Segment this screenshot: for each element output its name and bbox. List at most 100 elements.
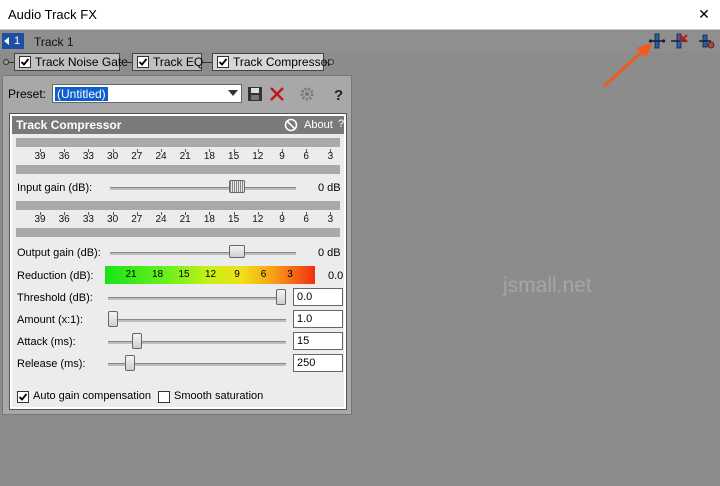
smooth-saturation-checkbox[interactable] <box>158 391 170 403</box>
meter-tick-label: 36 <box>58 151 70 162</box>
meter-tick-label: 36 <box>58 214 70 225</box>
meter-tick-label: 12 <box>252 151 264 162</box>
meter-tick-label: 21 <box>179 214 191 225</box>
attack-input[interactable]: 15 <box>293 332 343 350</box>
output-meter-right <box>16 228 340 237</box>
amount-slider[interactable] <box>108 311 118 327</box>
meter-tick-label: 6 <box>303 214 309 225</box>
meter-tick-label: 18 <box>203 214 215 225</box>
meter-tick-label: 9 <box>279 214 285 225</box>
auto-gain-label: Auto gain compensation <box>33 390 152 402</box>
preset-value[interactable]: (Untitled) <box>55 87 108 101</box>
reduction-label: Reduction (dB): <box>17 270 94 282</box>
meter-tick-label: 9 <box>279 151 285 162</box>
window-titlebar: Audio Track FX ✕ <box>0 0 720 30</box>
remove-plugin-icon[interactable] <box>670 32 688 50</box>
plugin-enable-checkbox[interactable] <box>137 56 149 68</box>
output-meter-scale: 39 36 33 30 27 24 21 18 15 12 9 6 3 <box>16 212 340 226</box>
plugin-tab-compressor[interactable]: Track Compressor <box>212 53 331 71</box>
meter-tick-label: 39 <box>34 214 46 225</box>
meter-tick-label: 18 <box>203 151 215 162</box>
help-link[interactable]: ? <box>338 118 344 130</box>
output-meter-left <box>16 201 340 210</box>
plugin-panel: Preset: (Untitled) ? Track Compressor Ab… <box>2 75 352 415</box>
delete-preset-icon[interactable] <box>268 85 286 103</box>
plugin-enable-checkbox[interactable] <box>19 56 31 68</box>
amount-label: Amount (x:1): <box>17 314 84 326</box>
output-gain-slider[interactable] <box>229 245 245 258</box>
gear-icon[interactable] <box>298 85 316 103</box>
meter-tick-label: 21 <box>179 151 191 162</box>
output-gain-label: Output gain (dB): <box>17 247 101 259</box>
attack-label: Attack (ms): <box>17 336 76 348</box>
compressor-header: Track Compressor About ? <box>12 116 344 134</box>
meter-tick-label: 12 <box>252 214 264 225</box>
output-gain-track[interactable] <box>110 252 296 255</box>
reduction-tick-label: 9 <box>234 269 240 280</box>
track-name: Track 1 <box>34 35 74 49</box>
threshold-track[interactable] <box>108 297 286 300</box>
meter-tick-label: 30 <box>107 214 119 225</box>
chain-connector <box>120 62 132 63</box>
threshold-input[interactable]: 0.0 <box>293 288 343 306</box>
plugin-chain: Track Noise Gate Track EQ Track Compress… <box>0 52 720 72</box>
release-input[interactable]: 250 <box>293 354 343 372</box>
plugin-tab-eq[interactable]: Track EQ <box>132 53 204 71</box>
chain-connector <box>202 62 212 63</box>
preset-dropdown[interactable]: (Untitled) <box>52 84 242 103</box>
plugin-settings-icon[interactable] <box>698 32 716 50</box>
meter-tick-label: 33 <box>82 151 94 162</box>
plugin-enable-checkbox[interactable] <box>217 56 229 68</box>
track-number-badge[interactable]: 1 <box>2 33 24 49</box>
plugin-tab-label: Track Compressor <box>233 55 332 69</box>
plugin-tab-label: Track EQ <box>153 55 204 69</box>
meter-tick-label: 30 <box>107 151 119 162</box>
output-gain-value: 0 dB <box>318 247 341 259</box>
input-meter-scale: 39 36 33 30 27 24 21 18 15 12 9 6 3 <box>16 149 340 163</box>
smooth-saturation-label: Smooth saturation <box>174 390 264 402</box>
plugin-tab-label: Track Noise Gate <box>35 55 128 69</box>
meter-tick-label: 3 <box>327 151 334 162</box>
input-gain-slider[interactable] <box>229 180 245 193</box>
reduction-meter: 21 18 15 12 9 6 3 <box>105 266 315 284</box>
chain-end-node <box>328 59 334 65</box>
meter-tick-label: 6 <box>303 151 309 162</box>
threshold-label: Threshold (dB): <box>17 292 93 304</box>
meter-tick-label: 27 <box>131 151 143 162</box>
amount-track[interactable] <box>108 319 286 322</box>
reduction-tick-label: 3 <box>287 269 293 280</box>
preset-label: Preset: <box>8 87 47 101</box>
meter-tick-label: 27 <box>131 214 143 225</box>
help-icon[interactable]: ? <box>329 85 347 103</box>
release-slider[interactable] <box>124 355 135 371</box>
compressor-title: Track Compressor <box>16 118 122 132</box>
amount-input[interactable]: 1.0 <box>293 310 343 328</box>
bypass-icon[interactable] <box>284 118 298 132</box>
about-link[interactable]: About <box>304 119 333 131</box>
input-gain-track[interactable] <box>110 187 296 190</box>
meter-tick-label: 39 <box>34 151 46 162</box>
attack-slider[interactable] <box>131 333 142 349</box>
meter-tick-label: 33 <box>82 214 94 225</box>
reduction-tick-label: 15 <box>178 269 190 280</box>
meter-tick-label: 3 <box>327 214 334 225</box>
plugin-tab-noise-gate[interactable]: Track Noise Gate <box>14 53 128 71</box>
track-number: 1 <box>14 35 21 47</box>
save-preset-icon[interactable] <box>246 85 264 103</box>
threshold-slider[interactable] <box>276 289 286 305</box>
reduction-tick-label: 6 <box>260 269 267 280</box>
auto-gain-checkbox[interactable] <box>17 391 29 403</box>
reduction-tick-label: 21 <box>125 269 137 280</box>
meter-tick-label: 15 <box>228 214 240 225</box>
chevron-down-icon[interactable] <box>228 90 238 96</box>
watermark: jsmall.net <box>503 274 592 297</box>
input-gain-value: 0 dB <box>318 182 341 194</box>
close-icon[interactable]: ✕ <box>696 6 712 22</box>
reduction-tick-label: 18 <box>151 269 164 280</box>
preset-row: Preset: (Untitled) ? <box>3 83 353 105</box>
compressor-frame: Track Compressor About ? 39 36 33 30 27 24 21 1… <box>9 113 347 410</box>
meter-tick-label: 24 <box>155 214 167 225</box>
input-meter-right <box>16 165 340 174</box>
input-meter-left <box>16 138 340 147</box>
reduction-value: 0.0 <box>328 270 344 282</box>
